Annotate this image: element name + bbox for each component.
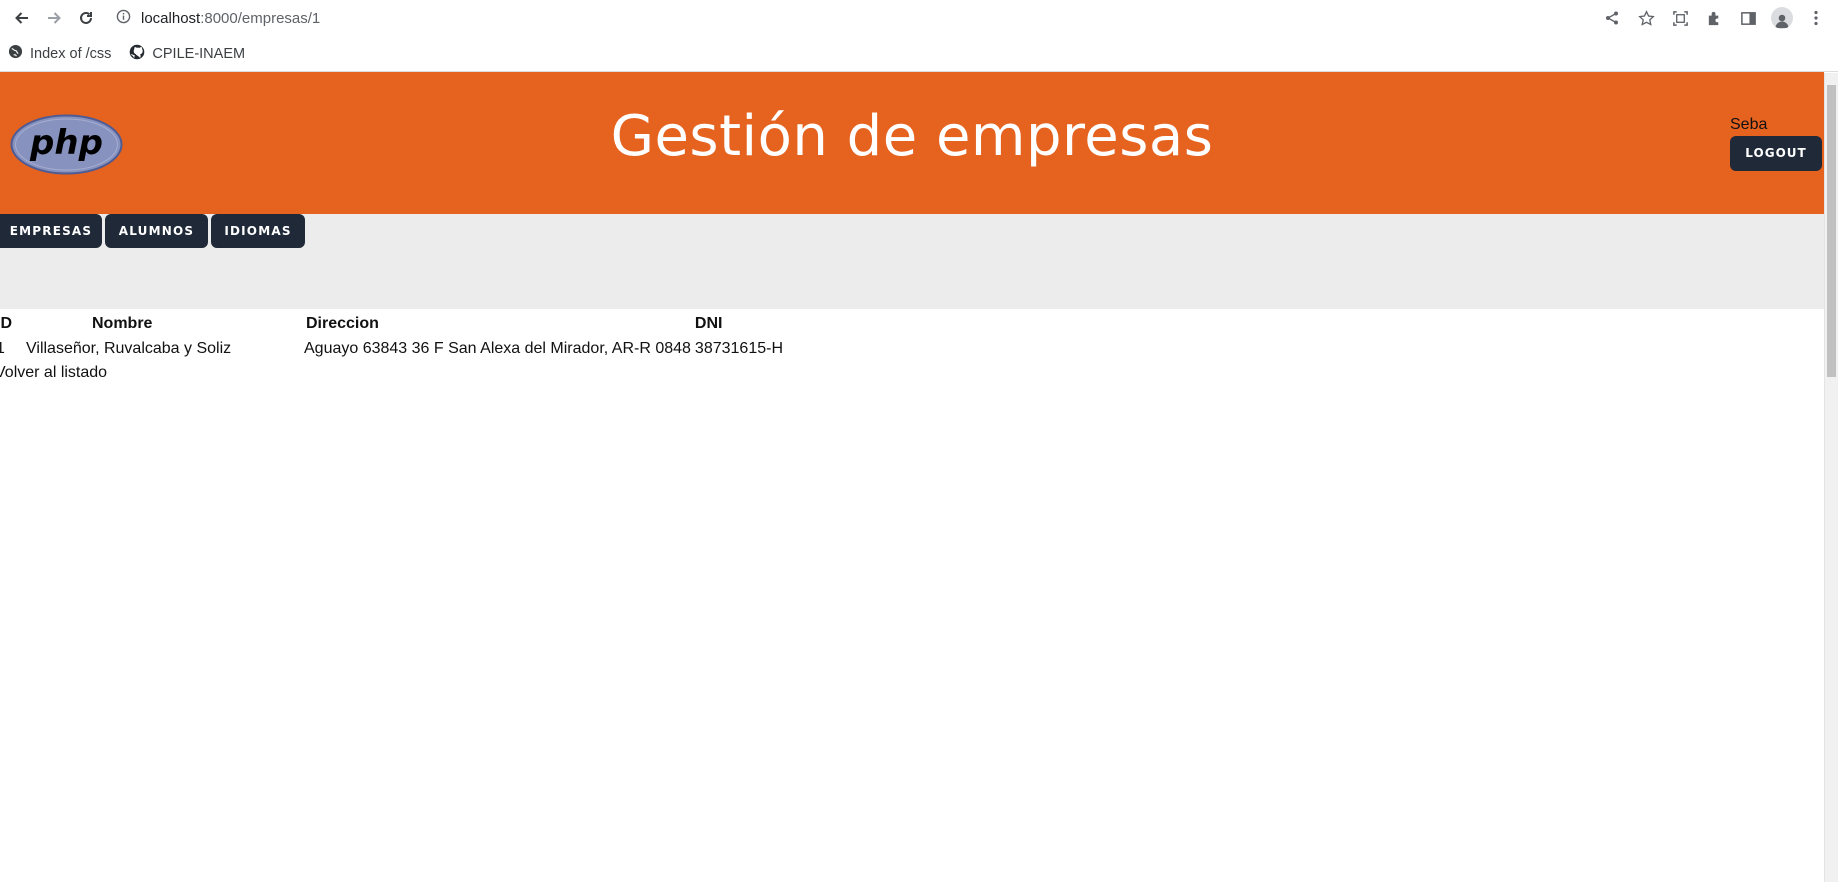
column-header-nombre: Nombre [92, 315, 153, 332]
page-content: php Gestión de empresas Seba LOGOUT EMPR… [0, 72, 1824, 381]
nav-alumnos-button[interactable]: ALUMNOS [105, 214, 208, 248]
address-bar[interactable]: localhost:8000/empresas/1 [102, 3, 1596, 33]
cell-direccion: Aguayo 63843 36 F San Alexa del Mirador,… [304, 339, 691, 357]
page-title: Gestión de empresas [610, 104, 1214, 169]
bookmark-star-icon[interactable] [1630, 2, 1662, 34]
main-nav: EMPRESAS ALUMNOS IDIOMAS [0, 214, 1824, 309]
forward-arrow-icon[interactable] [38, 2, 70, 34]
cell-nombre: Villaseñor, Ruvalcaba y Soliz [26, 339, 232, 357]
bookmark-label: Index of /css [30, 45, 112, 62]
user-box: Seba LOGOUT [1730, 116, 1822, 171]
share-icon[interactable] [1596, 2, 1628, 34]
nav-idiomas-button[interactable]: IDIOMAS [211, 214, 305, 248]
browser-toolbar: localhost:8000/empresas/1 [0, 0, 1838, 36]
site-header: php Gestión de empresas Seba LOGOUT [0, 72, 1824, 214]
site-info-icon[interactable] [116, 9, 131, 28]
bookmark-cpile-inaem[interactable]: CPILE-INAEM [127, 40, 247, 68]
screenshot-icon[interactable] [1664, 2, 1696, 34]
table-header-row: ID Nombre Direccion DNI [0, 312, 785, 336]
side-panel-icon[interactable] [1732, 2, 1764, 34]
column-header-dni: DNI [694, 315, 723, 332]
menu-kebab-icon[interactable] [1800, 2, 1832, 34]
empresa-detail-table: ID Nombre Direccion DNI 1 Villaseñor, Ru… [0, 312, 785, 361]
table-row: 1 Villaseñor, Ruvalcaba y Soliz Aguayo 6… [0, 336, 785, 361]
url-host: localhost [141, 9, 201, 27]
bookmarks-bar: Index of /css CPILE-INAEM [0, 36, 1838, 72]
back-arrow-icon[interactable] [6, 2, 38, 34]
cell-dni: 38731615-H [694, 339, 783, 357]
github-icon [129, 44, 145, 64]
extensions-icon[interactable] [1698, 2, 1730, 34]
column-header-direccion: Direccion [306, 315, 379, 332]
bookmark-index-css[interactable]: Index of /css [6, 40, 113, 67]
reload-icon[interactable] [70, 2, 102, 34]
column-header-id: ID [0, 315, 12, 332]
nav-empresas-button[interactable]: EMPRESAS [0, 214, 102, 248]
logout-button[interactable]: LOGOUT [1730, 136, 1822, 171]
user-name: Seba [1730, 116, 1768, 133]
scrollbar-thumb[interactable] [1827, 85, 1836, 377]
bookmark-label: CPILE-INAEM [152, 45, 246, 62]
globe-icon [8, 44, 23, 63]
page-scrollbar[interactable] [1824, 73, 1838, 882]
url-path: :8000/empresas/1 [200, 9, 321, 27]
cell-id: 1 [0, 339, 5, 357]
back-to-list-link[interactable]: Volver al listado [0, 364, 107, 382]
profile-avatar-icon[interactable] [1766, 2, 1798, 34]
